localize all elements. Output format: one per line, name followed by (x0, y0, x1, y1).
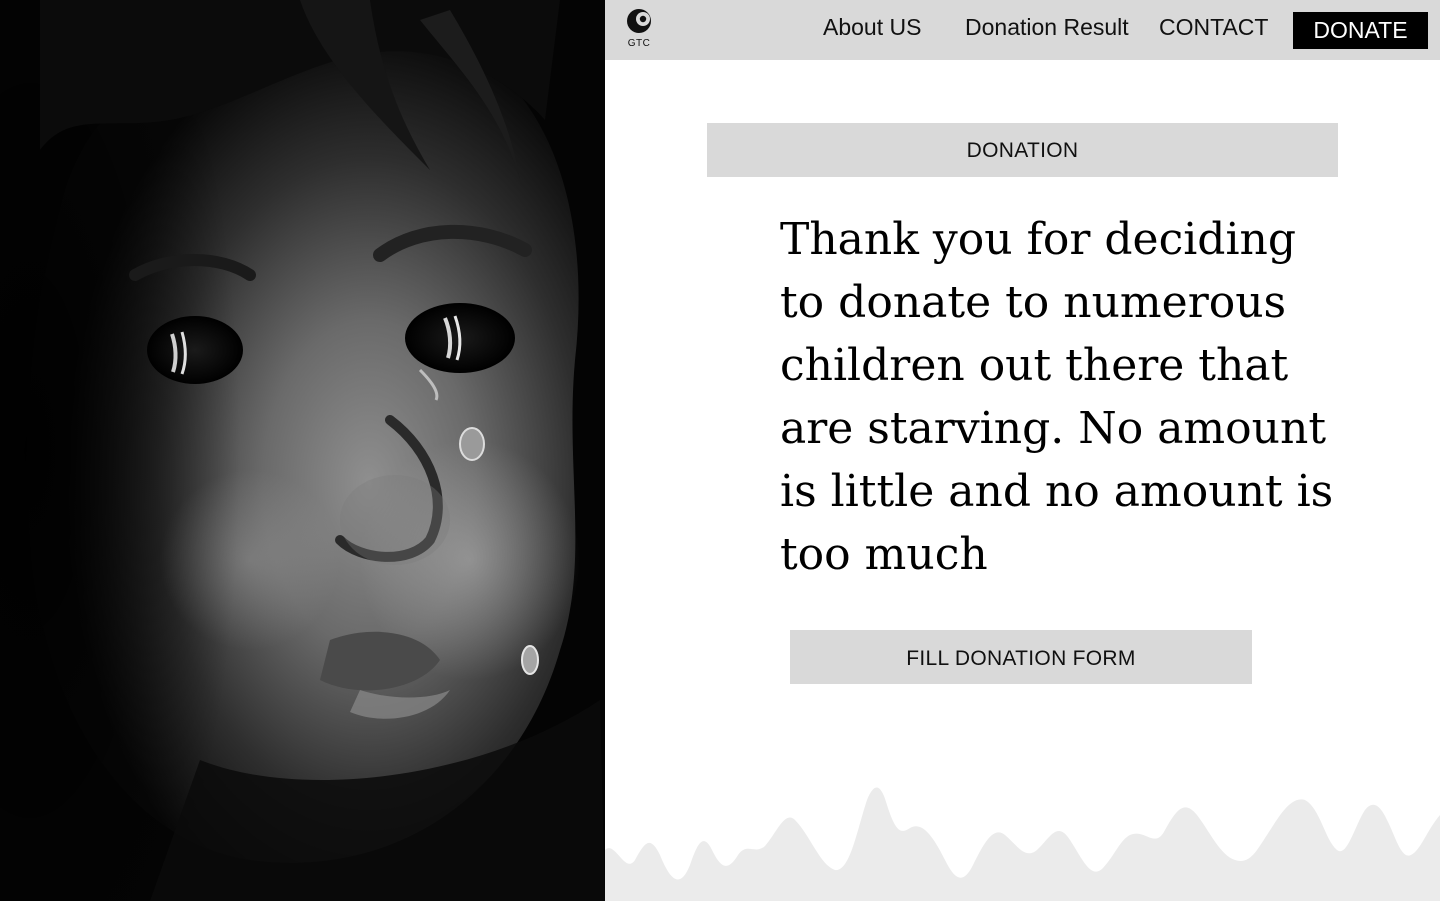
decorative-wave (605, 787, 1440, 901)
nav-link-donation-result[interactable]: Donation Result (965, 14, 1129, 41)
brand-logo-text: GTC (627, 38, 651, 49)
brand-logo[interactable]: GTC (625, 8, 653, 52)
hero-photo (0, 0, 605, 901)
page: GTC About US Donation Result CONTACT DON… (0, 0, 1440, 901)
section-label-donation: DONATION (707, 123, 1338, 177)
crying-child-photo (0, 0, 605, 901)
headline: Thank you for deciding to donate to nume… (780, 214, 1334, 580)
nav-link-contact[interactable]: CONTACT (1159, 14, 1268, 41)
nav-link-about-us[interactable]: About US (823, 14, 921, 41)
donate-button[interactable]: DONATE (1293, 12, 1428, 49)
crescent-logo-icon (627, 9, 651, 33)
top-navbar: GTC About US Donation Result CONTACT DON… (605, 0, 1440, 60)
fill-donation-form-button[interactable]: FILL DONATION FORM (790, 630, 1252, 684)
